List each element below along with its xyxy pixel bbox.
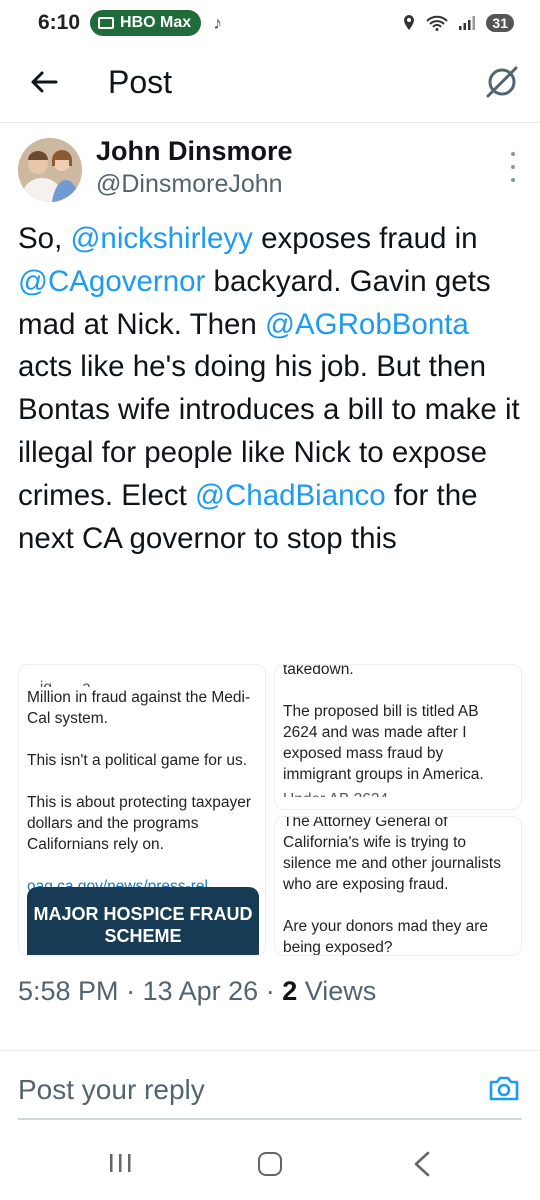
mention-cagovernor[interactable]: @CAgovernor (18, 265, 205, 298)
tiktok-icon: ♪ (213, 12, 223, 33)
tweet-text: So, @nickshirleyy exposes fraud in @CAgo… (18, 218, 528, 560)
status-icons: 31 (402, 14, 514, 32)
mention-nickshirleyy[interactable]: @nickshirleyy (70, 222, 252, 255)
nav-back-icon[interactable] (410, 1150, 434, 1178)
author-handle[interactable]: @DinsmoreJohn (96, 170, 283, 199)
media-right-top-text: takedown. The proposed bill is titled AB… (283, 664, 515, 797)
wifi-icon (426, 15, 449, 31)
cut-text: Under AB 2624 (283, 789, 515, 797)
system-nav-bar (0, 1130, 540, 1200)
recent-apps-icon[interactable] (108, 1152, 132, 1174)
reply-divider-top (0, 1050, 540, 1051)
reply-underline (18, 1118, 522, 1120)
tweet-text-segment: So, (18, 222, 71, 255)
camera-icon[interactable] (488, 1074, 520, 1102)
media-left-text: ...ig... ...a... Million in fraud agains… (27, 677, 259, 897)
avatar-photo (18, 138, 82, 202)
post-time: 5:58 PM (18, 976, 119, 1006)
app-header: Post (0, 50, 540, 118)
media-paragraph: This is about protecting taxpayer dollar… (27, 794, 252, 853)
home-icon[interactable] (258, 1152, 282, 1176)
media-image-right-top[interactable]: takedown. The proposed bill is titled AB… (274, 664, 522, 810)
pill-label: HBO Max (120, 14, 192, 31)
signal-icon (459, 16, 476, 30)
views-count[interactable]: 2 (282, 976, 297, 1006)
mention-agrobbonta[interactable]: @AGRobBonta (265, 308, 469, 341)
media-right-bottom-text: The Attorney General of California's wif… (283, 816, 515, 956)
media-paragraph: The proposed bill is titled AB 2624 and … (283, 703, 484, 783)
reply-input[interactable]: Post your reply (18, 1074, 205, 1106)
hospice-fraud-banner: MAJOR HOSPICE FRAUD SCHEME (27, 887, 259, 955)
media-image-left[interactable]: ...ig... ...a... Million in fraud agains… (18, 664, 266, 956)
battery-icon: 31 (486, 14, 514, 32)
status-time: 6:10 (38, 11, 81, 34)
post-date: 13 Apr 26 (142, 976, 259, 1006)
status-bar: 6:10 HBO Max ♪ 31 (0, 0, 540, 46)
media-image-right-bottom[interactable]: The Attorney General of California's wif… (274, 816, 522, 956)
media-paragraph: The Attorney General of California's wif… (283, 816, 501, 893)
media-paragraph: takedown. (283, 664, 354, 678)
author-name[interactable]: John Dinsmore (96, 136, 293, 167)
media-grid: ...ig... ...a... Million in fraud agains… (18, 664, 522, 956)
hbo-max-pill[interactable]: HBO Max (90, 10, 202, 36)
header-divider (0, 122, 540, 123)
location-icon (404, 15, 415, 30)
tv-icon (98, 17, 115, 29)
avatar[interactable] (18, 138, 82, 202)
post-meta: 5:58 PM · 13 Apr 26 · 2 Views (18, 976, 376, 1007)
grok-icon[interactable] (484, 64, 520, 100)
media-paragraph: Are your donors mad they are being expos… (283, 918, 489, 956)
cut-text: ...ig... ...a... (27, 677, 259, 687)
separator: · (126, 976, 143, 1006)
more-options-icon[interactable] (508, 152, 518, 182)
mention-chadbianco[interactable]: @ChadBianco (195, 479, 386, 512)
page-title: Post (108, 64, 173, 100)
back-arrow-icon[interactable] (26, 64, 62, 100)
views-label[interactable]: Views (305, 976, 377, 1006)
tweet-text-segment: exposes fraud in (252, 222, 478, 255)
separator: · (265, 976, 283, 1006)
media-paragraph: Million in fraud against the Medi-Cal sy… (27, 689, 251, 727)
media-paragraph: This isn't a political game for us. (27, 752, 248, 769)
